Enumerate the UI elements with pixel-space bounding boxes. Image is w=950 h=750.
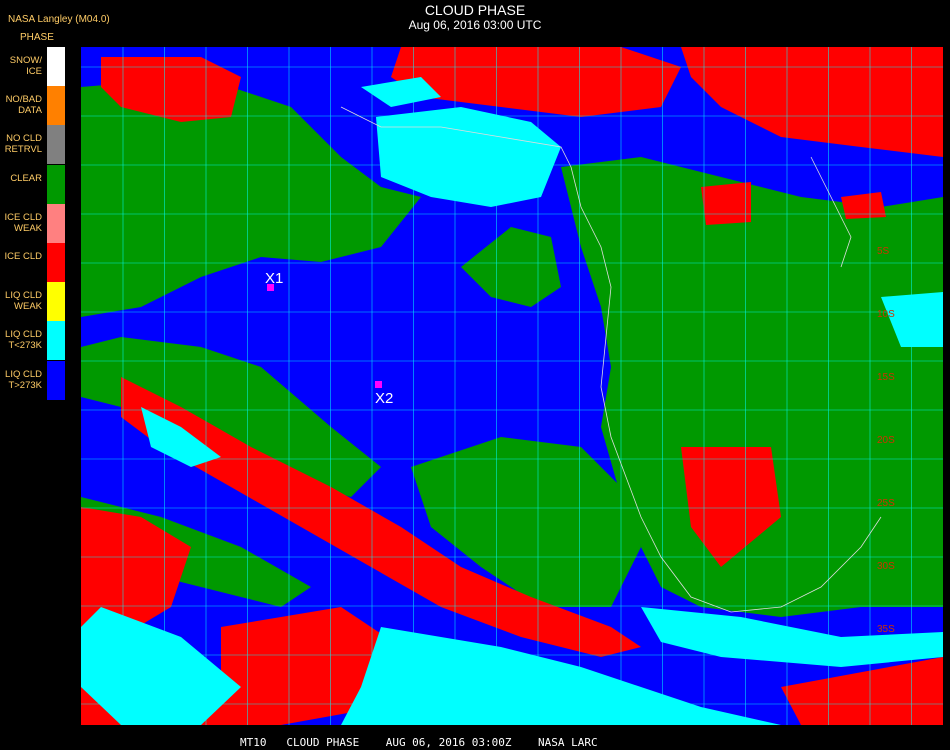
legend-label: LIQ CLD T>273K: [5, 368, 42, 391]
legend-swatch: [47, 125, 65, 165]
map-title: CLOUD PHASE: [424, 2, 526, 18]
latitude-label: 10S: [877, 309, 895, 320]
legend-label: ICE CLD WEAK: [4, 211, 42, 234]
legend-swatch: [47, 321, 65, 361]
latitude-label: 25S: [877, 498, 895, 509]
latitude-label: 35S: [877, 624, 895, 635]
map-canvas: 5S 10S 15S 20S 25S 30S 35S X1 X2: [81, 47, 943, 725]
cloud-phase-map[interactable]: 5S 10S 15S 20S 25S 30S 35S X1 X2: [81, 47, 943, 725]
latitude-label: 20S: [877, 435, 895, 446]
legend-swatch: [47, 242, 65, 282]
legend-row: CLEAR: [0, 164, 66, 204]
legend-row: SNOW/ ICE: [0, 47, 66, 86]
legend-row: ICE CLD WEAK: [0, 203, 66, 243]
legend-label: NO CLD RETRVL: [4, 133, 42, 156]
latitude-label: 15S: [877, 372, 895, 383]
latitude-label: 5S: [877, 246, 890, 257]
legend-swatch: [47, 360, 65, 400]
legend-row: LIQ CLD T<273K: [0, 321, 66, 361]
map-timestamp: Aug 06, 2016 03:00 UTC: [408, 18, 542, 32]
legend-label: ICE CLD: [4, 250, 42, 262]
legend-label: NO/BAD DATA: [5, 94, 42, 117]
legend-title: PHASE: [20, 32, 54, 43]
phase-legend: SNOW/ ICE NO/BAD DATA NO CLD RETRVL CLEAR IC…: [0, 47, 66, 400]
legend-swatch: [47, 86, 65, 126]
legend-row: LIQ CLD T>273K: [0, 360, 66, 400]
marker-x1-label: X1: [265, 270, 283, 287]
legend-swatch: [47, 47, 65, 86]
legend-swatch: [47, 164, 65, 204]
legend-swatch: [47, 282, 65, 322]
legend-row: NO CLD RETRVL: [0, 125, 66, 165]
legend-label: SNOW/ ICE: [9, 55, 42, 77]
legend-label: LIQ CLD T<273K: [5, 329, 42, 352]
legend-row: NO/BAD DATA: [0, 86, 66, 126]
footer-caption: MT10 CLOUD PHASE AUG 06, 2016 03:00Z NAS…: [240, 736, 598, 749]
legend-label: LIQ CLD WEAK: [5, 290, 42, 313]
legend-swatch: [47, 203, 65, 243]
marker-x2-label: X2: [375, 390, 393, 407]
legend-label: CLEAR: [10, 172, 42, 184]
latitude-label: 30S: [877, 561, 895, 572]
legend-row: ICE CLD: [0, 242, 66, 282]
legend-row: LIQ CLD WEAK: [0, 282, 66, 322]
